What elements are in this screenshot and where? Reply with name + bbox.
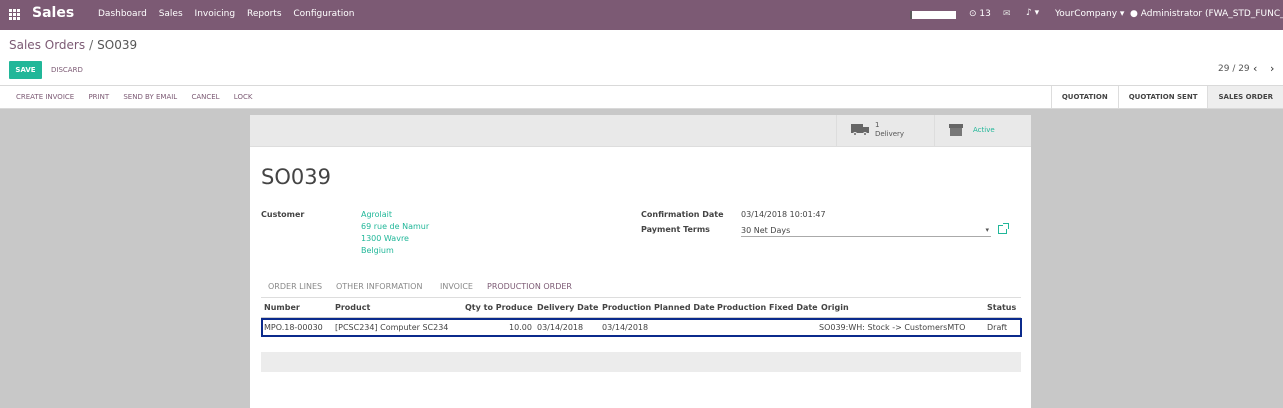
send-email-button[interactable]: SEND BY EMAIL (123, 93, 177, 101)
company-switcher[interactable]: YourCompany ▾ (1055, 9, 1124, 19)
notebook-tabs: ORDER LINES OTHER INFORMATION INVOICE PR… (261, 278, 1021, 298)
lock-button[interactable]: LOCK (234, 93, 253, 101)
control-panel: Sales Orders / SO039 SAVE DISCARD 29 / 29 … (0, 30, 1283, 86)
save-button[interactable]: SAVE (9, 61, 42, 79)
delivery-label: Delivery (875, 130, 905, 138)
active-label: Active (973, 126, 995, 134)
pager-next-button[interactable]: › (1270, 62, 1274, 75)
payment-terms-label: Payment Terms (641, 225, 710, 234)
confirmation-date-value: 03/14/2018 10:01:47 (741, 210, 826, 219)
external-link-icon[interactable] (998, 223, 1009, 234)
column-header[interactable]: Status (987, 303, 1016, 312)
user-menu[interactable]: ● Administrator (FWA_STD_FUNC_VT) (1130, 9, 1283, 19)
breadcrumb-current: SO039 (97, 38, 138, 52)
customer-label: Customer (261, 210, 305, 219)
tab-other-information[interactable]: OTHER INFORMATION (336, 282, 422, 291)
status-bar: CREATE INVOICE PRINT SEND BY EMAIL CANCE… (0, 86, 1283, 109)
cell-status: Draft (987, 323, 1008, 332)
column-header[interactable]: Origin (821, 303, 849, 312)
caret-down-icon: ▾ (985, 226, 989, 234)
cell-delivery-date: 03/14/2018 (537, 323, 584, 332)
action-buttons: CREATE INVOICE PRINT SEND BY EMAIL CANCE… (16, 93, 264, 101)
payment-terms-value: 30 Net Days (741, 226, 791, 235)
customer-line: 69 rue de Namur (361, 222, 430, 231)
column-header[interactable]: Delivery Date (537, 303, 598, 312)
progress-bar (910, 11, 956, 19)
customer-field[interactable]: Agrolait 69 rue de Namur 1300 Wavre Belg… (361, 209, 429, 257)
delivery-count: 1 (875, 121, 880, 129)
breadcrumb-parent[interactable]: Sales Orders (9, 38, 85, 52)
main-menu: Dashboard Sales Invoicing Reports Config… (98, 9, 363, 19)
production-table-header: Number Product Qty to Produce Delivery D… (261, 300, 1021, 318)
apps-grid-icon[interactable] (9, 9, 21, 21)
cancel-button[interactable]: CANCEL (191, 93, 219, 101)
column-header[interactable]: Number (264, 303, 300, 312)
record-title: SO039 (261, 165, 331, 189)
create-invoice-button[interactable]: CREATE INVOICE (16, 93, 74, 101)
menu-dashboard[interactable]: Dashboard (98, 9, 147, 19)
cell-number: MPO.18-00030 (264, 323, 323, 332)
menu-reports[interactable]: Reports (247, 9, 282, 19)
archive-icon (949, 124, 963, 136)
stage-quotation-sent[interactable]: QUOTATION SENT (1117, 86, 1208, 108)
customer-line: 1300 Wavre (361, 234, 409, 243)
stage-pipeline: QUOTATION QUOTATION SENT SALES ORDER (1050, 86, 1283, 108)
column-header[interactable]: Production Planned Date (602, 303, 715, 312)
print-button[interactable]: PRINT (88, 93, 109, 101)
cell-product: [PCSC234] Computer SC234 (335, 323, 449, 332)
pager-prev-button[interactable]: ‹ (1253, 62, 1257, 75)
stage-sales-order[interactable]: SALES ORDER (1207, 86, 1283, 108)
tab-production-order[interactable]: PRODUCTION ORDER (487, 282, 572, 291)
company-name: YourCompany (1055, 9, 1118, 19)
smart-button-box: 1 Delivery Active (250, 115, 1031, 147)
confirmation-date-label: Confirmation Date (641, 210, 724, 219)
tab-invoice[interactable]: INVOICE (440, 282, 473, 291)
truck-icon (851, 124, 869, 136)
tab-order-lines[interactable]: ORDER LINES (268, 282, 322, 291)
menu-configuration[interactable]: Configuration (293, 9, 354, 19)
form-sheet: 1 Delivery Active SO039 Customer Agrolai… (250, 115, 1031, 408)
top-navbar: Sales Dashboard Sales Invoicing Reports … (0, 0, 1283, 30)
stage-quotation[interactable]: QUOTATION (1050, 86, 1118, 108)
cell-planned-date: 03/14/2018 (602, 323, 649, 332)
delivery-smart-button[interactable]: 1 Delivery (836, 115, 934, 147)
menu-sales[interactable]: Sales (159, 9, 183, 19)
cell-qty: 10.00 (509, 323, 532, 332)
column-header[interactable]: Product (335, 303, 370, 312)
column-header[interactable]: Qty to Produce (465, 303, 533, 312)
table-footer (261, 352, 1021, 372)
user-name: Administrator (FWA_STD_FUNC_VT) (1140, 9, 1283, 19)
pager-value: 29 / 29 (1218, 64, 1250, 74)
discard-button[interactable]: DISCARD (51, 66, 83, 74)
chat-icon[interactable]: ✉ (1003, 9, 1011, 19)
cell-origin: SO039:WH: Stock -> CustomersMTO (819, 323, 966, 332)
bell-icon[interactable]: ♪ ▾ (1026, 8, 1039, 18)
active-toggle-button[interactable]: Active (934, 115, 1031, 147)
app-title: Sales (32, 5, 75, 21)
progress-fill (910, 11, 913, 19)
menu-invoicing[interactable]: Invoicing (195, 9, 236, 19)
message-icon: ⊙ (969, 9, 977, 19)
user-icon: ● (1130, 9, 1138, 19)
column-header[interactable]: Production Fixed Date (717, 303, 818, 312)
messages-counter[interactable]: ⊙ 13 (969, 9, 991, 19)
payment-terms-select[interactable]: 30 Net Days ▾ (741, 225, 991, 237)
message-count: 13 (979, 9, 991, 19)
customer-line: Agrolait (361, 210, 393, 219)
breadcrumb-separator: / (89, 38, 94, 52)
table-row[interactable]: MPO.18-00030 [PCSC234] Computer SC234 10… (261, 318, 1022, 337)
customer-line: Belgium (361, 246, 394, 255)
breadcrumb: Sales Orders / SO039 (9, 38, 137, 52)
